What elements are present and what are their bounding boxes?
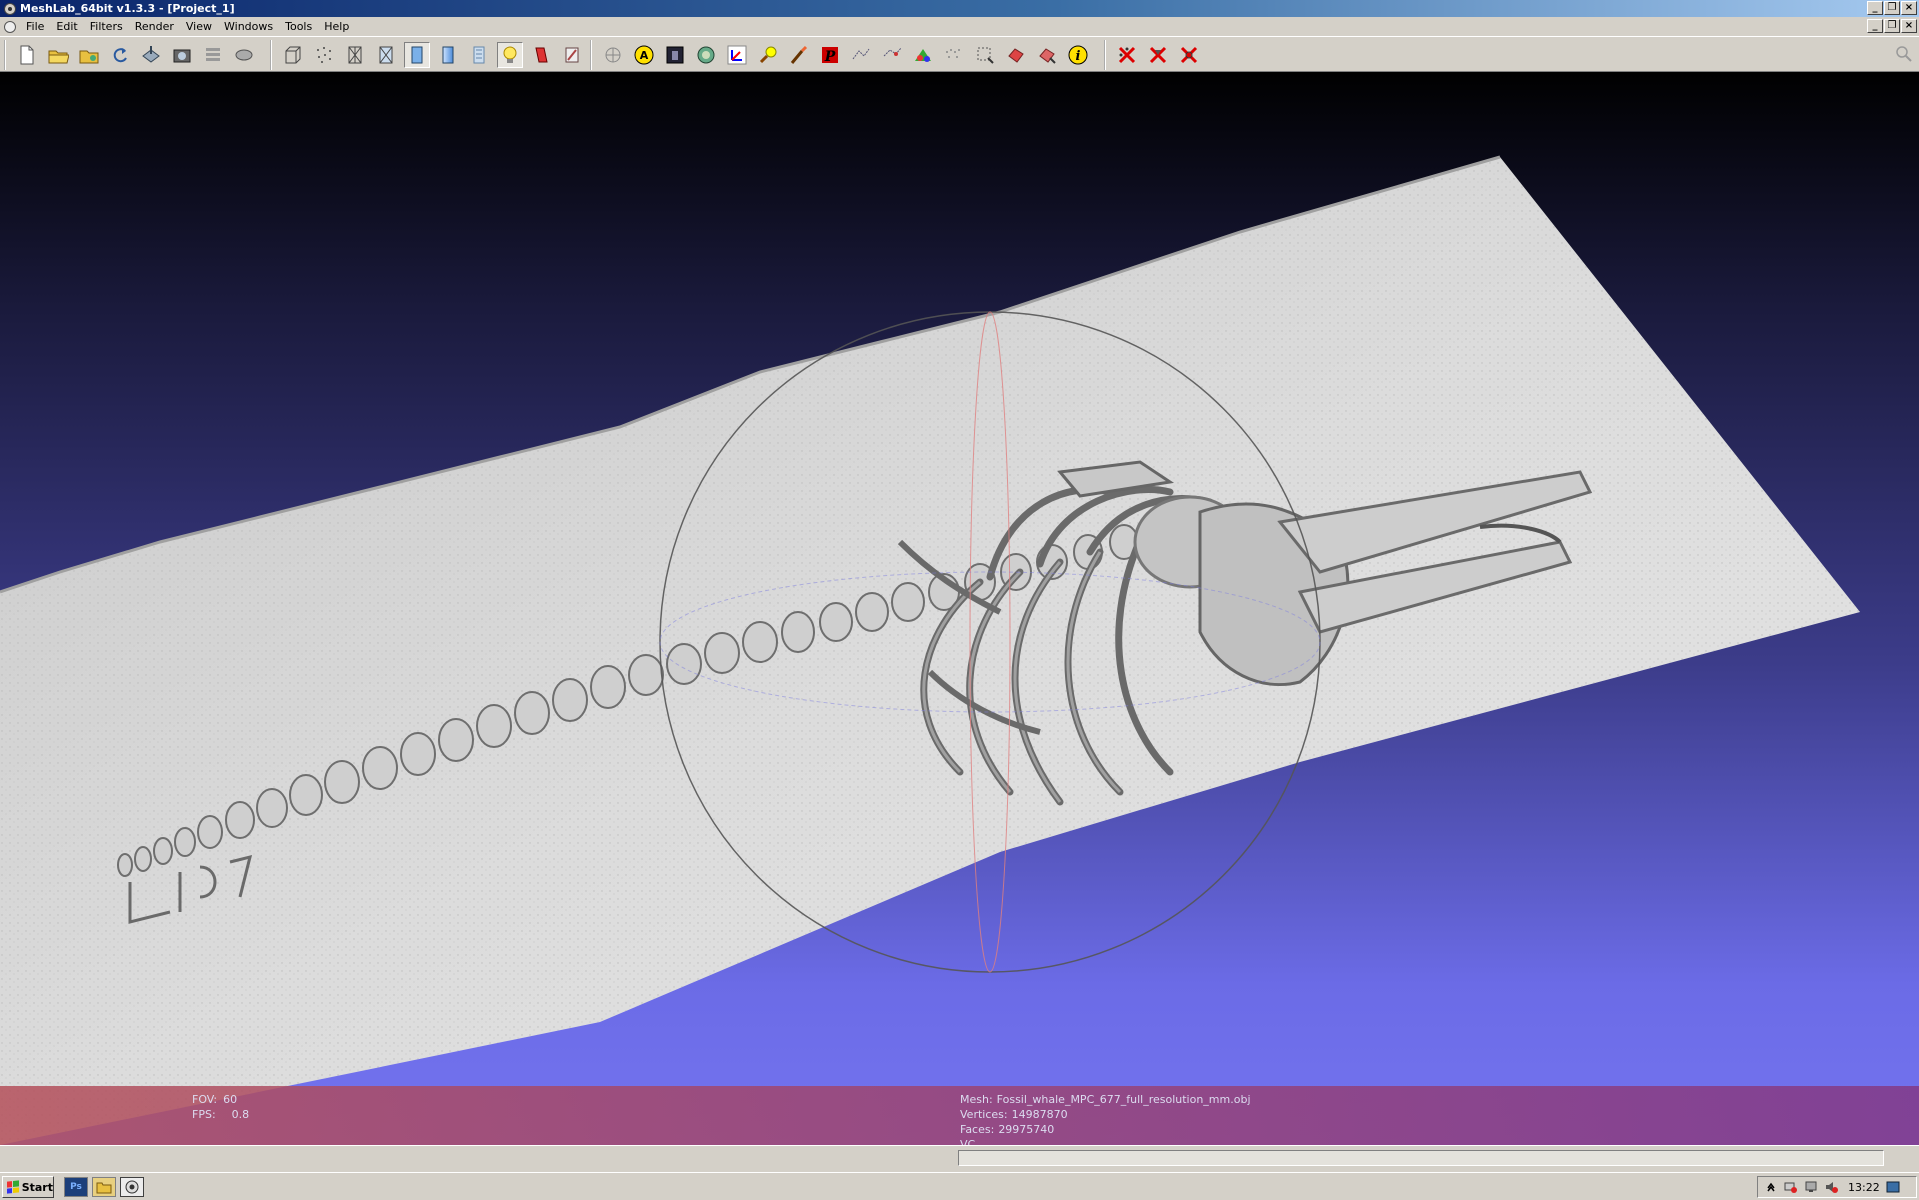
smooth-icon[interactable] xyxy=(435,42,461,68)
faces-value: 29975740 xyxy=(998,1123,1055,1136)
fov-label: FOV: xyxy=(192,1093,218,1106)
close-button[interactable]: × xyxy=(1901,1,1917,15)
texture-icon[interactable] xyxy=(466,42,492,68)
delete-vertices-icon[interactable] xyxy=(1114,42,1140,68)
menu-file[interactable]: File xyxy=(20,17,50,36)
wireframe-icon[interactable] xyxy=(342,42,368,68)
file-toolbar xyxy=(4,40,257,70)
measure-icon[interactable] xyxy=(693,42,719,68)
new-icon[interactable] xyxy=(14,42,40,68)
manipulator-icon[interactable] xyxy=(600,42,626,68)
view-info: FOV: 60 FPS: 0.8 xyxy=(192,1092,249,1122)
menu-render[interactable]: Render xyxy=(129,17,180,36)
clock[interactable]: 13:22 xyxy=(1848,1181,1880,1194)
delete-selection-icon[interactable] xyxy=(1176,42,1202,68)
mesh-info: Mesh: Fossil_whale_MPC_677_full_resolutio… xyxy=(960,1092,1251,1145)
brush-icon[interactable] xyxy=(786,42,812,68)
color-icon[interactable] xyxy=(910,42,936,68)
axis-icon[interactable] xyxy=(724,42,750,68)
reload-icon[interactable] xyxy=(107,42,133,68)
doc-minimize-button[interactable]: _ xyxy=(1867,19,1883,33)
taskbar: Start Ps 13:22 xyxy=(0,1172,1919,1200)
fps-label: FPS: xyxy=(192,1108,216,1121)
fov-value: 60 xyxy=(223,1093,238,1106)
menu-help[interactable]: Help xyxy=(318,17,355,36)
fancy-light-icon[interactable] xyxy=(559,42,585,68)
volume-icon[interactable] xyxy=(1824,1180,1838,1194)
snapshot-icon[interactable] xyxy=(169,42,195,68)
layers-icon[interactable] xyxy=(200,42,226,68)
document-icon[interactable] xyxy=(4,20,16,33)
raster-icon[interactable] xyxy=(662,42,688,68)
bbox-icon[interactable] xyxy=(280,42,306,68)
svg-text:i: i xyxy=(1076,49,1081,64)
info-icon[interactable]: i xyxy=(1065,42,1091,68)
menu-windows[interactable]: Windows xyxy=(218,17,279,36)
fossil-mesh-render[interactable] xyxy=(0,72,1919,1145)
pick-points-icon[interactable]: P xyxy=(817,42,843,68)
vertices-label: Vertices: xyxy=(960,1108,1008,1121)
vertices-value: 14987870 xyxy=(1011,1108,1068,1121)
align-icon[interactable] xyxy=(848,42,874,68)
meshlab-app-icon[interactable] xyxy=(4,2,16,15)
annotate-icon[interactable]: A xyxy=(631,42,657,68)
reference-icon[interactable] xyxy=(941,42,967,68)
delete-faces-icon[interactable] xyxy=(1145,42,1171,68)
menu-bar: File Edit Filters Render View Windows To… xyxy=(0,17,1919,36)
start-button[interactable]: Start xyxy=(2,1176,54,1198)
points-icon[interactable] xyxy=(311,42,337,68)
paint-icon[interactable] xyxy=(755,42,781,68)
doc-close-button[interactable]: × xyxy=(1901,19,1917,33)
edit-toolbar: A P i xyxy=(590,40,1091,70)
doc-restore-button[interactable]: ❐ xyxy=(1884,19,1900,33)
select-faces-icon[interactable] xyxy=(1003,42,1029,68)
mesh-name: Fossil_whale_MPC_677_full_resolution_mm.… xyxy=(996,1093,1251,1106)
explorer-icon[interactable] xyxy=(92,1177,116,1197)
fps-value: 0.8 xyxy=(231,1108,250,1121)
start-label: Start xyxy=(21,1180,53,1194)
menu-view[interactable]: View xyxy=(180,17,218,36)
info-overlay: FOV: 60 FPS: 0.8 Mesh: Fossil_whale_MPC_677… xyxy=(0,1086,1919,1145)
show-desktop-icon[interactable] xyxy=(1886,1180,1900,1194)
mesh-label: Mesh: xyxy=(960,1093,993,1106)
quick-launch: Ps xyxy=(64,1177,144,1197)
svg-text:A: A xyxy=(640,49,649,62)
hidden-lines-icon[interactable] xyxy=(373,42,399,68)
transform-icon[interactable] xyxy=(879,42,905,68)
open-project-icon[interactable] xyxy=(76,42,102,68)
export-icon[interactable] xyxy=(138,42,164,68)
meshlab-task-icon[interactable] xyxy=(120,1177,144,1197)
3d-viewport[interactable]: FOV: 60 FPS: 0.8 Mesh: Fossil_whale_MPC_677… xyxy=(0,72,1919,1145)
delete-toolbar xyxy=(1104,40,1202,70)
window-title-bar[interactable]: MeshLab_64bit v1.3.3 - [Project_1] _ ❐ × xyxy=(0,0,1919,17)
flat-icon[interactable] xyxy=(404,42,430,68)
window-title: MeshLab_64bit v1.3.3 - [Project_1] xyxy=(20,2,235,15)
system-tray: 13:22 xyxy=(1757,1176,1917,1198)
save-icon[interactable] xyxy=(231,42,257,68)
open-icon[interactable] xyxy=(45,42,71,68)
network-icon[interactable] xyxy=(1784,1180,1798,1194)
faces-label: Faces: xyxy=(960,1123,995,1136)
search-icon[interactable] xyxy=(1895,45,1913,66)
restore-button[interactable]: ❐ xyxy=(1884,1,1900,15)
vc-label: VC xyxy=(960,1138,976,1145)
main-toolbar: A P i xyxy=(0,36,1919,72)
menu-tools[interactable]: Tools xyxy=(279,17,318,36)
status-bar xyxy=(0,1145,1919,1169)
windows-logo-icon xyxy=(7,1180,19,1194)
photoshop-icon[interactable]: Ps xyxy=(64,1177,88,1197)
render-toolbar xyxy=(270,40,585,70)
select-vertices-icon[interactable] xyxy=(972,42,998,68)
svg-text:P: P xyxy=(824,49,836,65)
select-connected-icon[interactable] xyxy=(1034,42,1060,68)
menu-edit[interactable]: Edit xyxy=(50,17,83,36)
display-icon[interactable] xyxy=(1804,1180,1818,1194)
menu-filters[interactable]: Filters xyxy=(84,17,129,36)
progress-bar xyxy=(958,1150,1884,1166)
light-icon[interactable] xyxy=(497,42,523,68)
tray-expand-icon[interactable] xyxy=(1764,1180,1778,1194)
minimize-button[interactable]: _ xyxy=(1867,1,1883,15)
double-side-icon[interactable] xyxy=(528,42,554,68)
